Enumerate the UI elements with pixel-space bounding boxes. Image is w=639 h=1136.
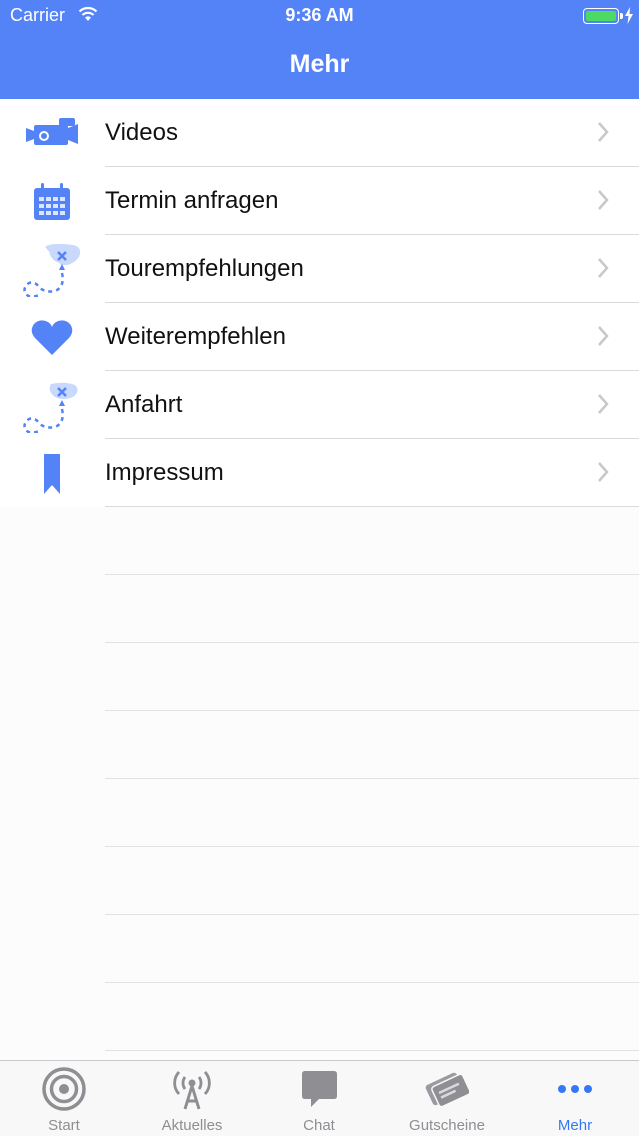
target-icon	[42, 1067, 86, 1111]
menu-item-label: Tourempfehlungen	[105, 255, 304, 282]
gift-card-icon	[425, 1072, 469, 1108]
empty-row	[0, 711, 639, 779]
menu-list: Videos Termin anfragen Tourempfehlungen …	[0, 99, 639, 1060]
antenna-icon	[173, 1071, 211, 1110]
status-time: 9:36 AM	[285, 5, 354, 25]
menu-item-termin-anfragen[interactable]: Termin anfragen	[0, 167, 639, 235]
status-bar: Carrier 9:36 AM	[0, 0, 639, 34]
chevron-right-icon	[598, 190, 609, 210]
chevron-right-icon	[598, 462, 609, 482]
tab-label: Gutscheine	[409, 1117, 485, 1134]
battery-level	[586, 11, 616, 21]
menu-item-anfahrt[interactable]: Anfahrt	[0, 371, 639, 439]
more-dots-icon	[558, 1085, 592, 1093]
menu-item-weiterempfehlen[interactable]: Weiterempfehlen	[0, 303, 639, 371]
menu-item-label: Videos	[105, 119, 178, 146]
menu-item-label: Impressum	[105, 459, 224, 486]
tab-start[interactable]: Start	[0, 1061, 128, 1136]
menu-item-label: Weiterempfehlen	[105, 323, 286, 350]
menu-item-label: Anfahrt	[105, 391, 183, 418]
empty-row	[0, 983, 639, 1051]
battery-tip	[620, 13, 623, 19]
tab-bar: Start Aktuelles Chat Gutscheine Mehr	[0, 1060, 639, 1136]
bookmark-icon	[18, 449, 86, 499]
tab-label: Chat	[303, 1117, 335, 1134]
empty-row	[0, 915, 639, 983]
tab-label: Start	[48, 1117, 80, 1134]
charging-bolt-icon	[625, 7, 633, 24]
menu-item-tourempfehlungen[interactable]: Tourempfehlungen	[0, 235, 639, 303]
empty-row	[0, 779, 639, 847]
chevron-right-icon	[598, 326, 609, 346]
chevron-right-icon	[598, 258, 609, 278]
route-map-icon	[18, 243, 86, 297]
tab-aktuelles[interactable]: Aktuelles	[128, 1061, 256, 1136]
tab-mehr[interactable]: Mehr	[511, 1061, 639, 1136]
battery-icon	[583, 8, 619, 24]
tab-label: Aktuelles	[161, 1117, 223, 1134]
tab-chat[interactable]: Chat	[255, 1061, 383, 1136]
empty-row	[0, 575, 639, 643]
calendar-icon	[18, 177, 86, 227]
menu-item-label: Termin anfragen	[105, 187, 279, 214]
menu-item-videos[interactable]: Videos	[0, 99, 639, 167]
empty-row	[0, 507, 639, 575]
page-title: Mehr	[289, 50, 350, 78]
chat-bubble-icon	[302, 1071, 337, 1107]
chevron-right-icon	[598, 122, 609, 142]
navigation-header: Carrier 9:36 AM Mehr	[0, 0, 639, 99]
empty-row	[0, 643, 639, 711]
video-camera-icon	[18, 109, 86, 159]
tab-gutscheine[interactable]: Gutscheine	[383, 1061, 511, 1136]
tab-label: Mehr	[557, 1117, 593, 1134]
empty-row	[0, 847, 639, 915]
heart-icon	[18, 313, 86, 363]
menu-item-impressum[interactable]: Impressum	[0, 439, 639, 507]
chevron-right-icon	[598, 394, 609, 414]
route-map-icon	[18, 381, 86, 433]
row-separator	[105, 1050, 639, 1051]
